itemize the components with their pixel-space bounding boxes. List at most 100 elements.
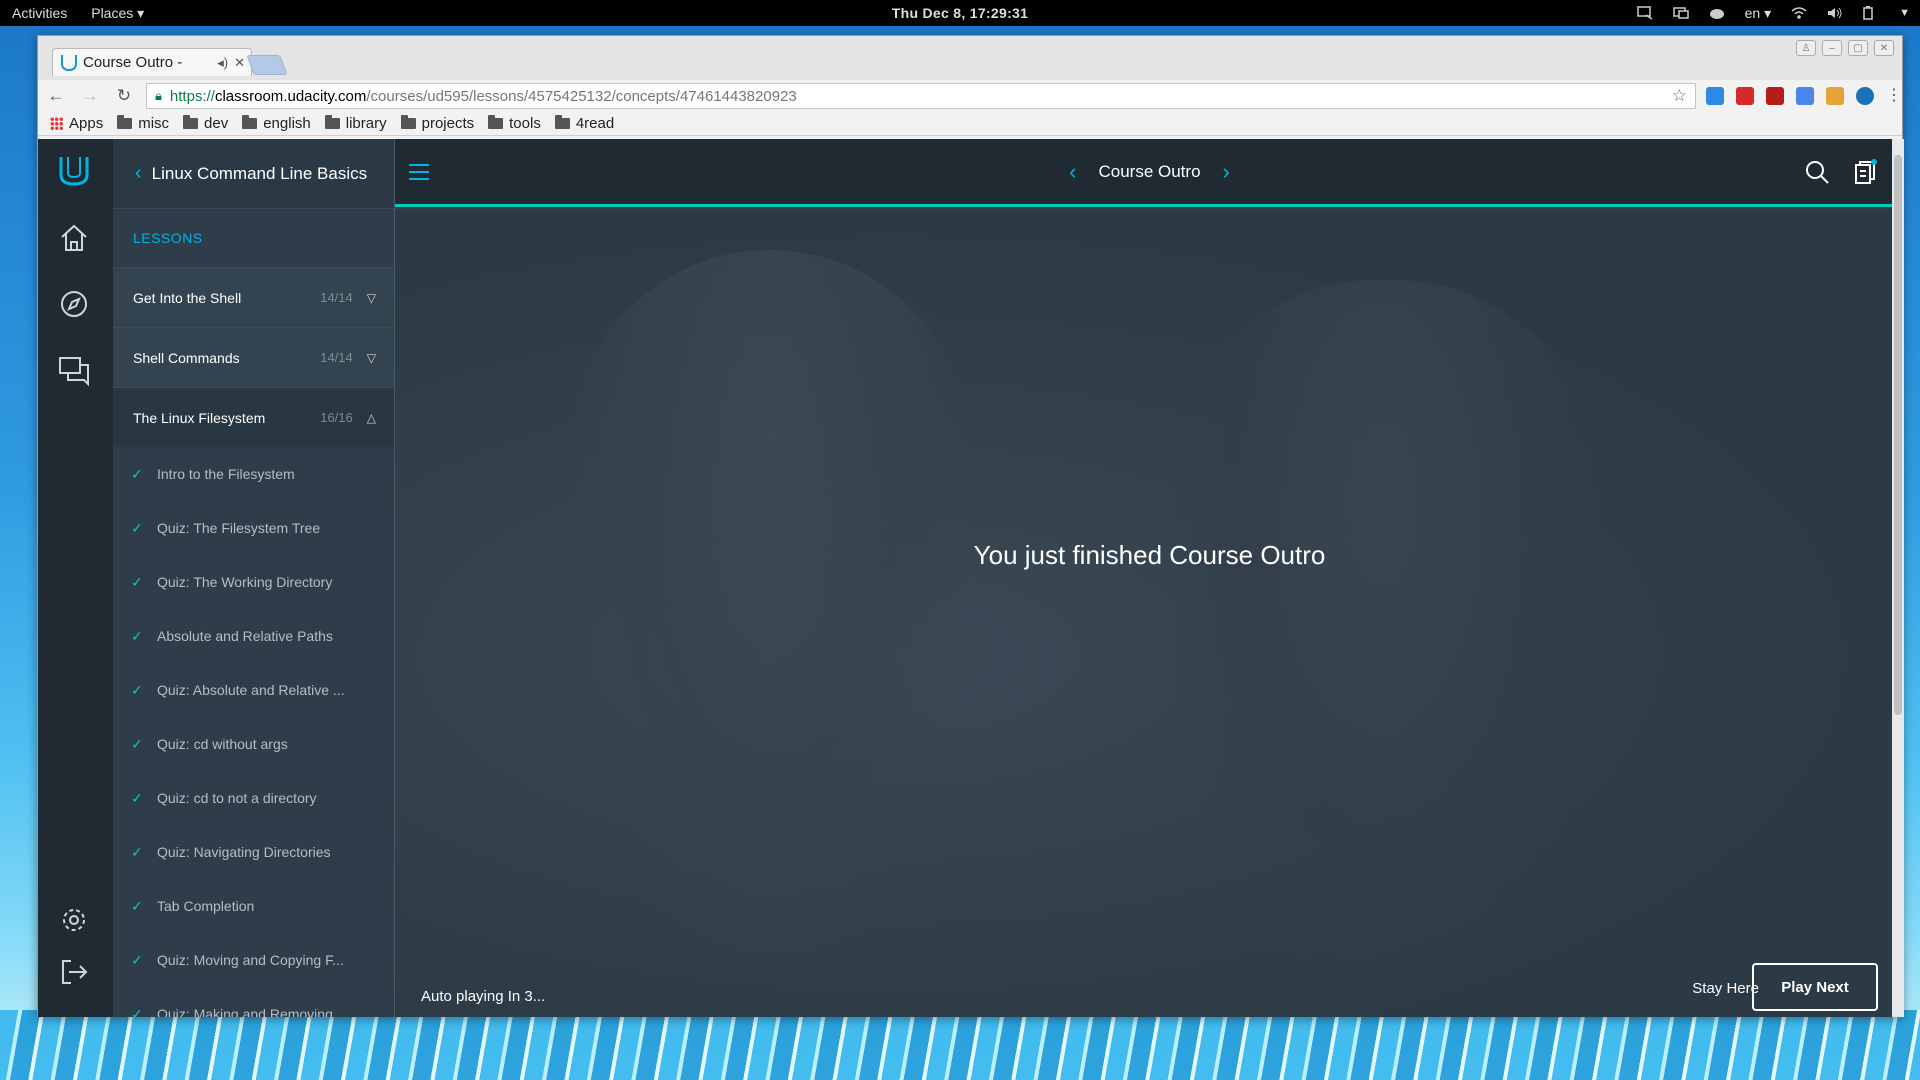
check-icon: ✓ bbox=[131, 627, 143, 644]
extension-5-icon[interactable] bbox=[1826, 87, 1844, 105]
concept-item[interactable]: ✓ Absolute and Relative Paths bbox=[113, 609, 394, 663]
search-icon[interactable] bbox=[1804, 159, 1830, 185]
volume-icon[interactable] bbox=[1827, 6, 1843, 20]
window-controls: ♙ – ▢ ✕ bbox=[1796, 40, 1894, 56]
address-bar[interactable]: 🔒︎ https://classroom.udacity.com/courses… bbox=[146, 83, 1696, 109]
url-path: /courses/ud595/lessons/4575425132/concep… bbox=[366, 87, 797, 105]
battery-icon[interactable] bbox=[1863, 6, 1879, 20]
stay-here-button[interactable]: Stay Here bbox=[1692, 980, 1759, 997]
video-frame-presenter-left bbox=[570, 250, 970, 970]
bookmark-folder-projects[interactable]: projects bbox=[400, 115, 474, 132]
finished-message: You just finished Course Outro bbox=[973, 540, 1326, 570]
concept-item[interactable]: ✓ Quiz: cd without args bbox=[113, 717, 394, 771]
system-tray: en ▾ ▼ bbox=[1636, 5, 1910, 22]
minimize-icon[interactable]: – bbox=[1822, 40, 1842, 56]
lock-icon[interactable]: 🔒︎ bbox=[155, 88, 162, 104]
translate-icon[interactable] bbox=[1796, 87, 1814, 105]
folder-icon bbox=[324, 115, 340, 129]
audio-icon[interactable]: ◂) bbox=[217, 55, 228, 71]
system-menu-chevron-icon[interactable]: ▼ bbox=[1899, 7, 1910, 19]
chat-icon[interactable] bbox=[57, 353, 91, 387]
url-scheme: https:// bbox=[169, 87, 215, 105]
bookmark-folder-misc[interactable]: misc bbox=[117, 115, 169, 132]
autoplay-footer: Auto playing In 3... Stay Here Play Next bbox=[395, 957, 1904, 1017]
bookmark-folder-english[interactable]: english bbox=[242, 115, 311, 132]
folder-icon bbox=[183, 115, 199, 129]
folder-icon bbox=[117, 115, 133, 129]
bookmark-star-icon[interactable]: ☆ bbox=[1672, 86, 1687, 106]
udacity-classroom-page: ‹ Linux Command Line Basics LESSONS Get … bbox=[38, 139, 1904, 1017]
concept-title: Course Outro bbox=[1098, 161, 1201, 181]
bookmark-folder-library[interactable]: library bbox=[324, 115, 387, 132]
chevron-up-icon: △ bbox=[366, 410, 376, 425]
back-icon[interactable]: ← bbox=[44, 86, 68, 106]
chevron-down-icon: ▽ bbox=[366, 350, 376, 365]
concept-item[interactable]: ✓ Quiz: Making and Removing... bbox=[113, 987, 394, 1017]
places-menu[interactable]: Places ▾ bbox=[79, 5, 156, 22]
extension-3-icon[interactable] bbox=[1766, 87, 1784, 105]
bookmark-apps[interactable]: Apps bbox=[50, 115, 103, 132]
concept-item[interactable]: ✓ Quiz: cd to not a directory bbox=[113, 771, 394, 825]
previous-concept-icon[interactable]: ‹ bbox=[1069, 159, 1076, 185]
lesson-item[interactable]: Get Into the Shell 14/14 ▽ bbox=[113, 267, 394, 327]
play-next-button[interactable]: Play Next bbox=[1752, 963, 1878, 1011]
bookmark-folder-tools[interactable]: tools bbox=[488, 115, 541, 132]
concept-item[interactable]: ✓ Quiz: The Working Directory bbox=[113, 555, 394, 609]
maximize-icon[interactable]: ▢ bbox=[1848, 40, 1868, 56]
menu-icon[interactable]: ⋮ bbox=[1886, 87, 1902, 105]
home-icon[interactable] bbox=[57, 221, 91, 255]
lesson-item-expanded[interactable]: The Linux Filesystem 16/16 △ bbox=[113, 387, 394, 447]
concept-item[interactable]: ✓ Quiz: Moving and Copying F... bbox=[113, 933, 394, 987]
forward-icon[interactable]: → bbox=[78, 86, 102, 106]
desktop-water bbox=[0, 1010, 1920, 1080]
coffee-icon[interactable] bbox=[1709, 6, 1725, 20]
bookmark-folder-dev[interactable]: dev bbox=[183, 115, 228, 132]
lessons-label: LESSONS bbox=[133, 230, 203, 246]
notes-icon[interactable] bbox=[1852, 159, 1878, 185]
tab-title: Course Outro - bbox=[83, 54, 183, 71]
check-icon: ✓ bbox=[131, 843, 143, 860]
system-top-bar: Activities Places ▾ Thu Dec 8, 17:29:31 … bbox=[0, 0, 1920, 26]
browser-tab-course-outro[interactable]: Course Outro - ◂) ✕ bbox=[52, 48, 252, 76]
udacity-logo-icon[interactable] bbox=[58, 153, 90, 186]
check-icon: ✓ bbox=[131, 735, 143, 752]
compass-icon[interactable] bbox=[57, 287, 91, 321]
wifi-icon[interactable] bbox=[1791, 6, 1807, 20]
folder-icon bbox=[554, 115, 570, 129]
video-player[interactable]: You just finished Course Outro Auto play… bbox=[395, 210, 1904, 1017]
profile-icon[interactable]: ♙ bbox=[1796, 40, 1816, 56]
window-close-icon[interactable]: ✕ bbox=[1874, 40, 1894, 56]
page-scrollbar[interactable] bbox=[1892, 139, 1904, 1017]
concept-item[interactable]: ✓ Quiz: The Filesystem Tree bbox=[113, 501, 394, 555]
reload-icon[interactable]: ↻ bbox=[112, 86, 136, 106]
new-tab-button[interactable] bbox=[246, 55, 288, 75]
concept-item[interactable]: ✓ Intro to the Filesystem bbox=[113, 447, 394, 501]
concept-item[interactable]: ✓ Tab Completion bbox=[113, 879, 394, 933]
activities-button[interactable]: Activities bbox=[0, 5, 79, 21]
concept-item[interactable]: ✓ Quiz: Absolute and Relative ... bbox=[113, 663, 394, 717]
extension-2-icon[interactable] bbox=[1736, 87, 1754, 105]
video-frame-presenter-right bbox=[1175, 280, 1595, 980]
settings-gear-icon[interactable] bbox=[57, 903, 91, 937]
bookmarks-bar: Apps misc dev english library projects t… bbox=[38, 112, 1902, 136]
extension-1-icon[interactable] bbox=[1706, 87, 1724, 105]
screen-icon[interactable] bbox=[1636, 6, 1653, 20]
scrollbar-thumb[interactable] bbox=[1894, 155, 1902, 715]
bookmark-folder-4read[interactable]: 4read bbox=[554, 115, 614, 132]
system-clock[interactable]: Thu Dec 8, 17:29:31 bbox=[880, 5, 1040, 21]
tab-close-icon[interactable]: ✕ bbox=[234, 55, 245, 71]
display-icon[interactable] bbox=[1672, 6, 1689, 20]
course-title-link[interactable]: ‹ Linux Command Line Basics bbox=[113, 139, 394, 209]
concept-item[interactable]: ✓ Quiz: Navigating Directories bbox=[113, 825, 394, 879]
hamburger-menu-icon[interactable] bbox=[409, 164, 429, 180]
next-concept-icon[interactable]: › bbox=[1223, 159, 1230, 185]
folder-icon bbox=[488, 115, 504, 129]
logout-icon[interactable] bbox=[57, 955, 91, 989]
folder-icon bbox=[400, 115, 416, 129]
extension-6-icon[interactable] bbox=[1856, 87, 1874, 105]
lesson-item[interactable]: Shell Commands 14/14 ▽ bbox=[113, 327, 394, 387]
language-indicator[interactable]: en ▾ bbox=[1745, 5, 1772, 22]
left-rail bbox=[38, 139, 113, 1017]
check-icon: ✓ bbox=[131, 789, 143, 806]
chevron-down-icon: ▽ bbox=[366, 290, 376, 305]
